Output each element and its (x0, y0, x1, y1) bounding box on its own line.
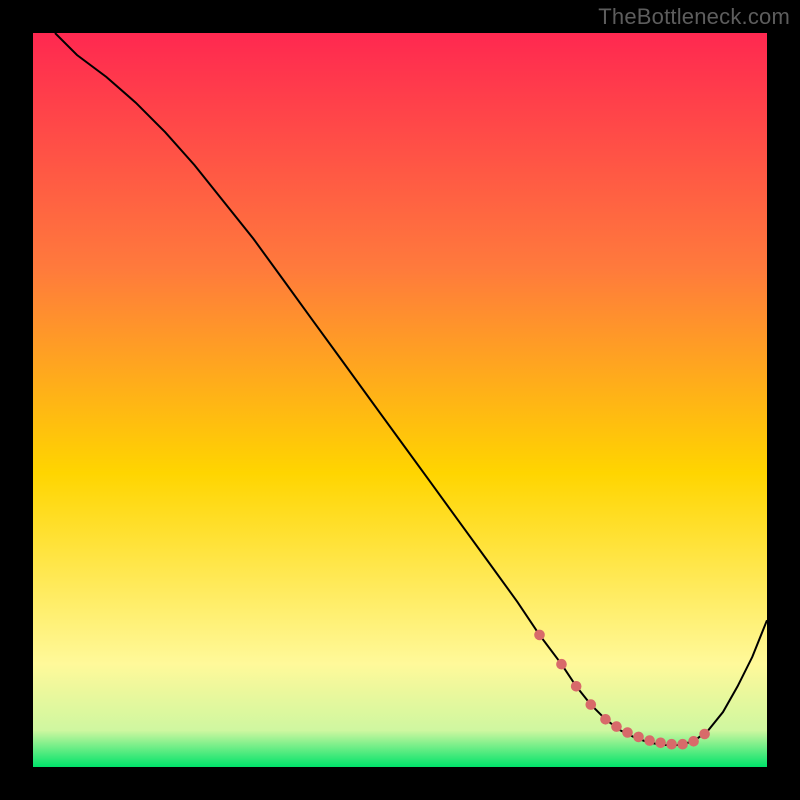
optimal-point (586, 699, 597, 710)
gradient-background (33, 33, 767, 767)
optimal-point (600, 714, 611, 725)
optimal-point (633, 732, 644, 743)
chart-container: TheBottleneck.com (0, 0, 800, 800)
optimal-point (677, 739, 688, 750)
watermark-text: TheBottleneck.com (598, 4, 790, 30)
optimal-point (571, 681, 582, 692)
optimal-point (688, 736, 699, 747)
optimal-point (666, 739, 677, 750)
optimal-point (556, 659, 567, 670)
plot-svg (33, 33, 767, 767)
optimal-point (622, 727, 633, 738)
optimal-point (644, 735, 655, 746)
optimal-point (534, 630, 545, 641)
plot-area (33, 33, 767, 767)
optimal-point (699, 729, 710, 740)
optimal-point (611, 721, 622, 732)
optimal-point (655, 738, 666, 749)
